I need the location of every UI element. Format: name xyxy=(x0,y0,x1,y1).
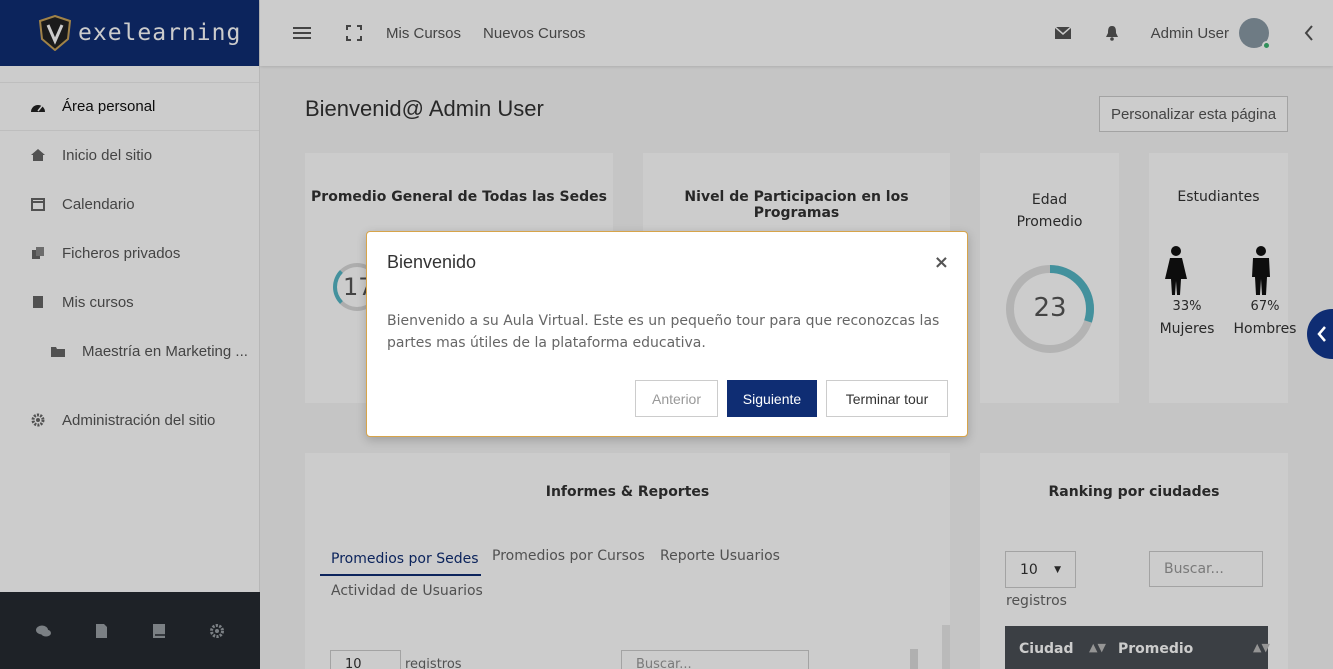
tour-dialog: Bienvenido × Bienvenido a su Aula Virtua… xyxy=(366,231,968,437)
previous-button[interactable]: Anterior xyxy=(635,380,718,417)
end-tour-button[interactable]: Terminar tour xyxy=(826,380,948,417)
next-button[interactable]: Siguiente xyxy=(727,380,817,417)
close-icon[interactable]: × xyxy=(934,252,949,273)
chevron-left-icon xyxy=(1317,326,1326,342)
tour-title: Bienvenido xyxy=(387,252,477,272)
tour-body: Bienvenido a su Aula Virtual. Este es un… xyxy=(387,313,940,351)
